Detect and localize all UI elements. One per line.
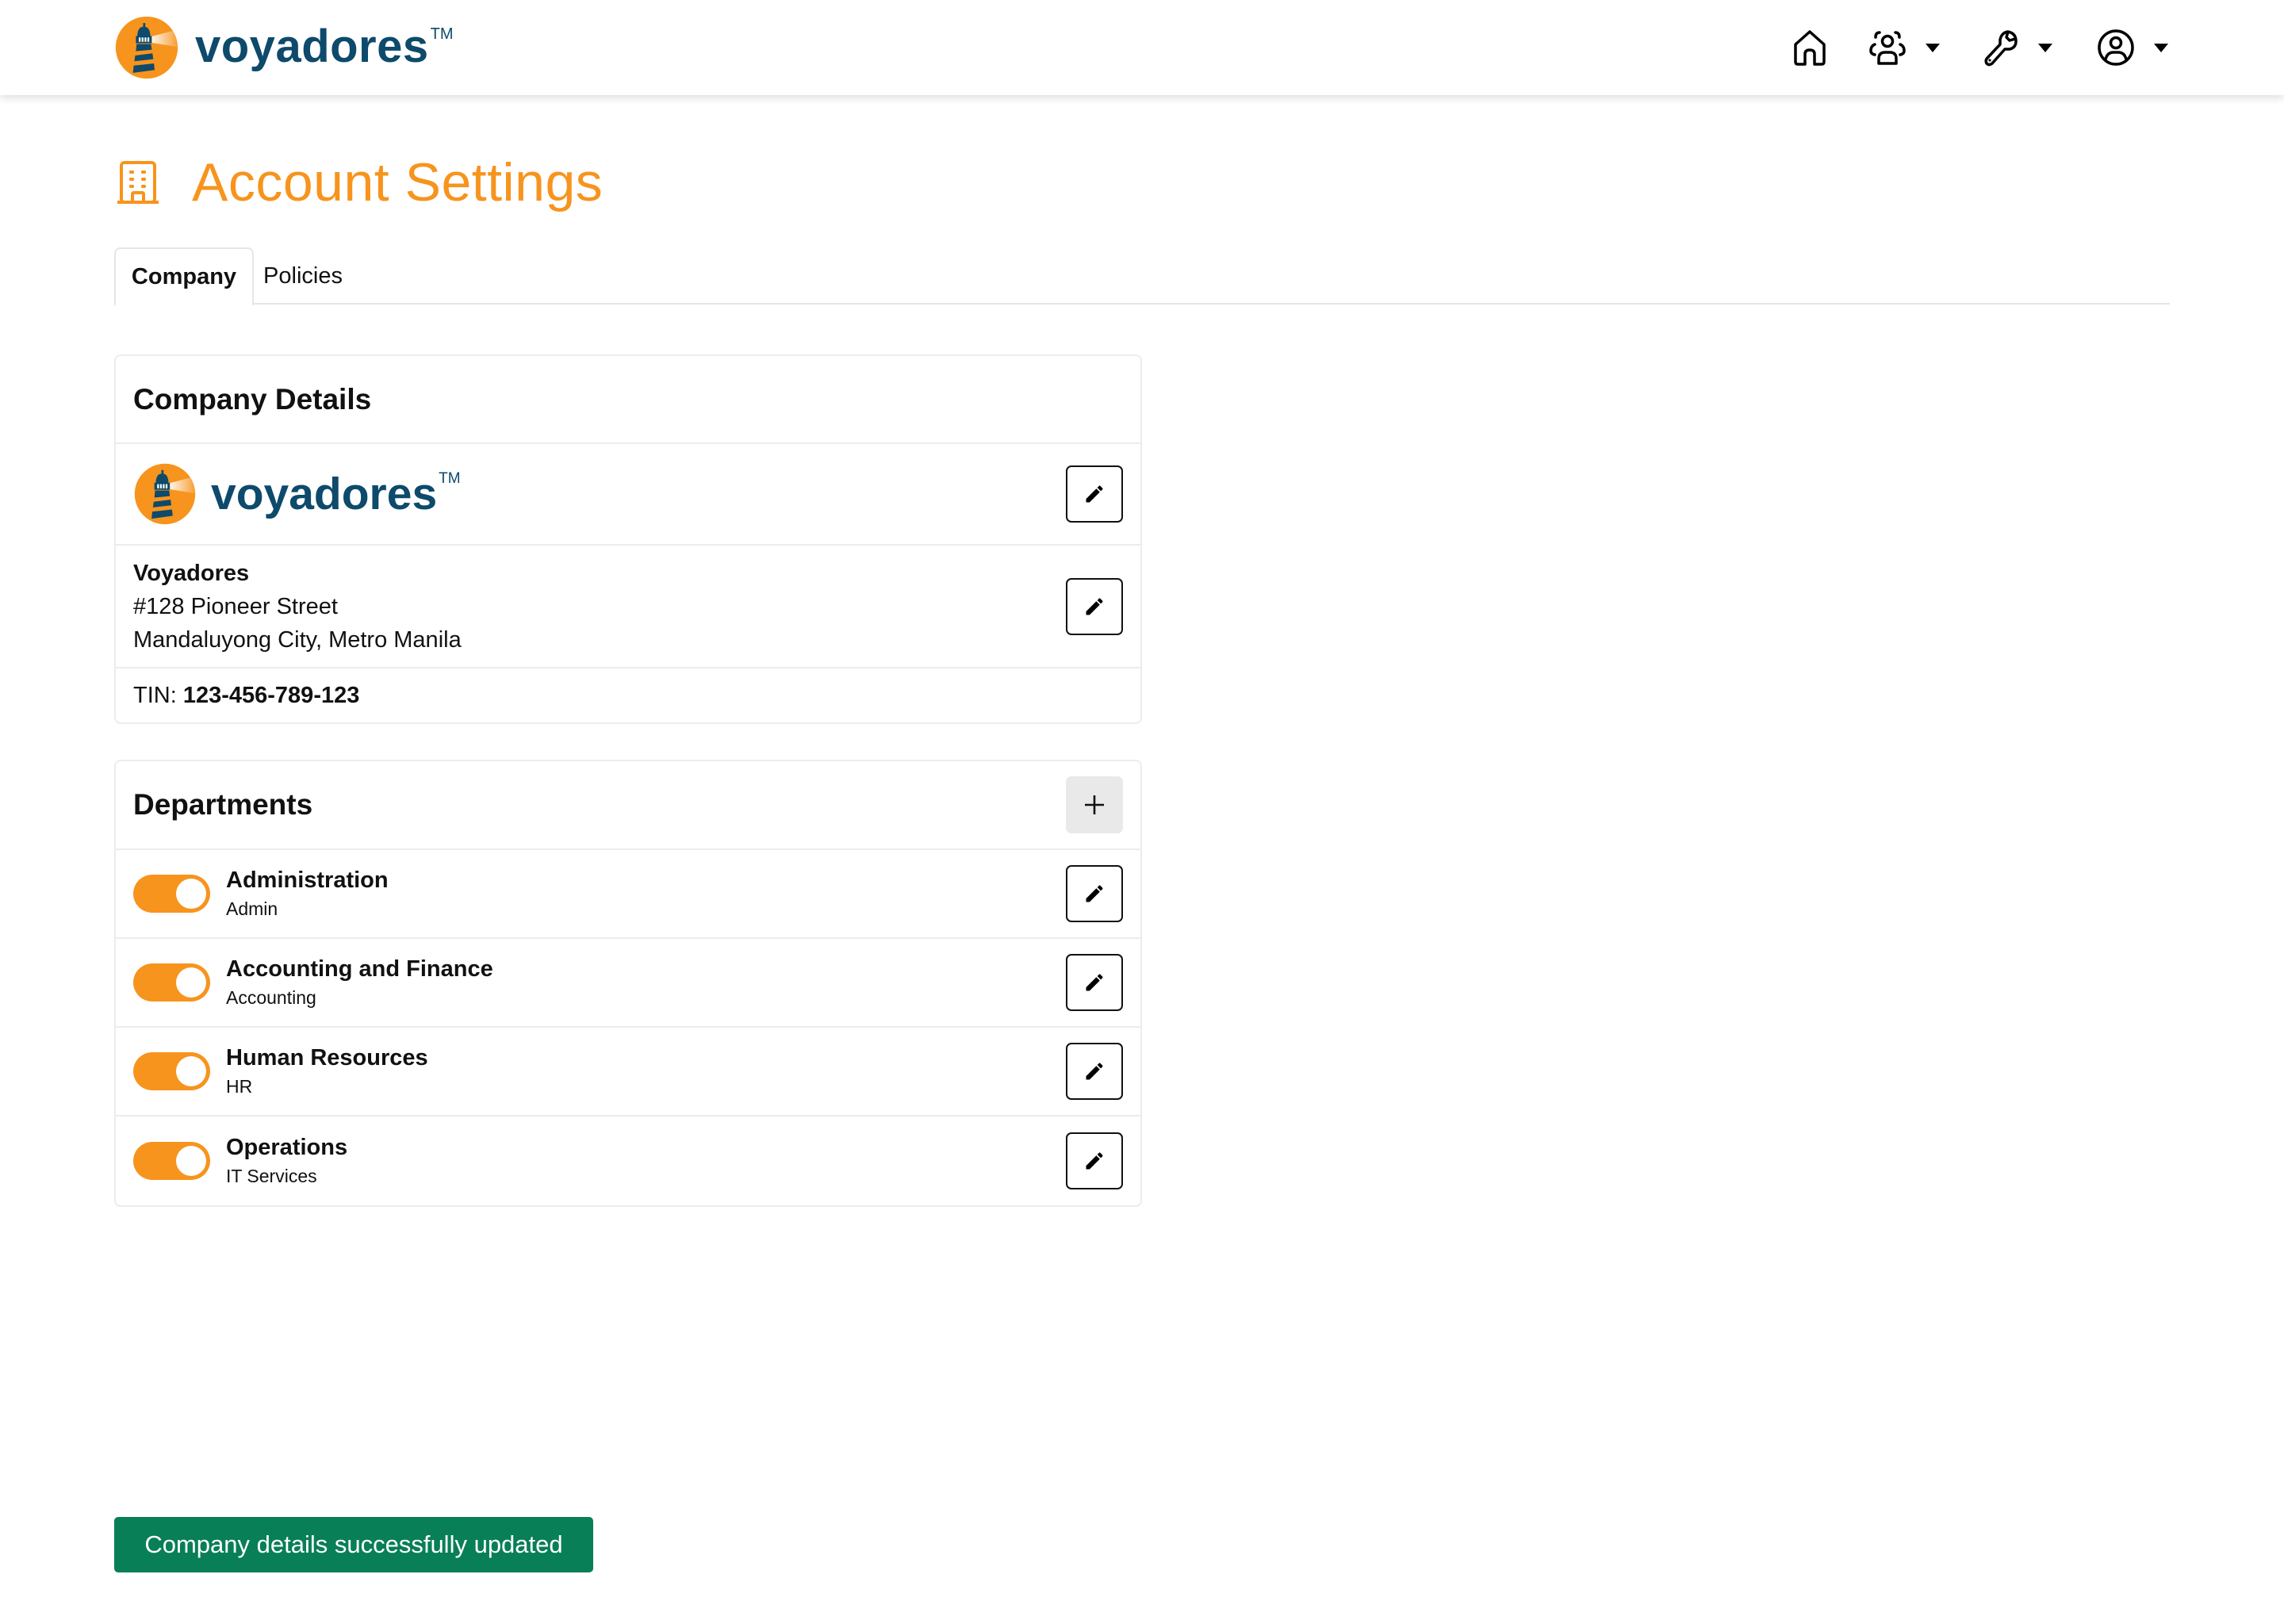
settings-tabs: Company Policies xyxy=(114,247,2170,306)
edit-address-button[interactable] xyxy=(1066,577,1123,635)
user-circle-icon xyxy=(2098,29,2134,66)
edit-department-button[interactable] xyxy=(1066,1132,1123,1189)
page-title: Account Settings xyxy=(192,152,604,213)
department-name: Human Resources xyxy=(226,1045,428,1071)
departments-card: Departments Administration Admin Account… xyxy=(114,760,1142,1207)
company-address: Voyadores #128 Pioneer Street Mandaluyon… xyxy=(133,557,462,657)
add-department-button[interactable] xyxy=(1066,776,1123,833)
chevron-down-icon xyxy=(2154,43,2168,52)
pencil-icon xyxy=(1083,1150,1106,1172)
toggle-knob xyxy=(176,1056,206,1086)
department-name: Accounting and Finance xyxy=(226,956,493,982)
department-name: Administration xyxy=(226,868,389,893)
company-address-row: Voyadores #128 Pioneer Street Mandaluyon… xyxy=(116,546,1140,668)
address-line-1: #128 Pioneer Street xyxy=(133,593,338,619)
top-navbar: voyadores TM xyxy=(0,0,2284,95)
company-logo-row: voyadores TM xyxy=(116,444,1140,546)
nav-home[interactable] xyxy=(1792,27,1827,68)
pencil-icon xyxy=(1083,1060,1106,1082)
department-code: Admin xyxy=(226,898,278,919)
pencil-icon xyxy=(1083,483,1106,505)
edit-department-button[interactable] xyxy=(1066,1043,1123,1100)
pencil-icon xyxy=(1083,883,1106,905)
pencil-icon xyxy=(1083,971,1106,994)
edit-department-button[interactable] xyxy=(1066,865,1123,922)
success-toast: Company details successfully updated xyxy=(114,1517,593,1572)
chevron-down-icon xyxy=(1926,43,1940,52)
brand-name: voyadores xyxy=(195,21,429,72)
departments-header: Departments xyxy=(116,761,1140,850)
department-row: Accounting and Finance Accounting xyxy=(116,939,1140,1028)
company-tin-row: TIN: 123-456-789-123 xyxy=(116,668,1140,722)
department-code: IT Services xyxy=(226,1166,317,1186)
company-details-header: Company Details xyxy=(116,356,1140,444)
department-row: Human Resources HR xyxy=(116,1028,1140,1116)
department-toggle[interactable] xyxy=(133,1142,210,1180)
company-logo: voyadores TM xyxy=(133,462,461,526)
company-logo-name: voyadores xyxy=(211,468,438,519)
chevron-down-icon xyxy=(2038,43,2052,52)
wrench-icon xyxy=(1984,30,2018,67)
address-line-2: Mandaluyong City, Metro Manila xyxy=(133,626,462,653)
tin-value: 123-456-789-123 xyxy=(182,682,360,708)
toggle-knob xyxy=(176,967,206,998)
tab-policies[interactable]: Policies xyxy=(254,247,352,304)
department-code: Accounting xyxy=(226,987,316,1008)
lighthouse-logo-icon xyxy=(133,462,197,526)
department-toggle[interactable] xyxy=(133,1052,210,1090)
toggle-knob xyxy=(176,1146,206,1176)
department-code: HR xyxy=(226,1076,253,1097)
page-header: Account Settings xyxy=(117,155,603,209)
company-logo-trademark: TM xyxy=(439,470,461,487)
departments-heading: Departments xyxy=(133,788,313,821)
nav-users-dropdown[interactable] xyxy=(1868,27,1940,68)
edit-logo-button[interactable] xyxy=(1066,465,1123,523)
users-icon xyxy=(1869,31,1906,65)
brand-trademark: TM xyxy=(430,25,454,43)
edit-department-button[interactable] xyxy=(1066,954,1123,1011)
department-toggle[interactable] xyxy=(133,963,210,1002)
department-toggle[interactable] xyxy=(133,875,210,913)
company-details-card: Company Details voyadores TM Voyadores #… xyxy=(114,354,1142,724)
building-icon xyxy=(117,161,159,204)
department-name: Operations xyxy=(226,1135,348,1160)
home-icon xyxy=(1794,30,1826,66)
company-details-heading: Company Details xyxy=(133,382,372,416)
lighthouse-logo-icon xyxy=(114,15,179,80)
plus-icon xyxy=(1085,795,1104,814)
brand-logo[interactable]: voyadores TM xyxy=(114,14,454,81)
department-row: Administration Admin xyxy=(116,850,1140,939)
tab-company[interactable]: Company xyxy=(114,247,254,306)
tin-label: TIN: xyxy=(133,682,177,708)
nav-tools-dropdown[interactable] xyxy=(1984,27,2052,68)
toggle-knob xyxy=(176,879,206,909)
department-row: Operations IT Services xyxy=(116,1116,1140,1205)
pencil-icon xyxy=(1083,596,1106,618)
company-name: Voyadores xyxy=(133,560,250,586)
nav-account-dropdown[interactable] xyxy=(2097,27,2168,68)
company-tin: TIN: 123-456-789-123 xyxy=(133,683,359,709)
